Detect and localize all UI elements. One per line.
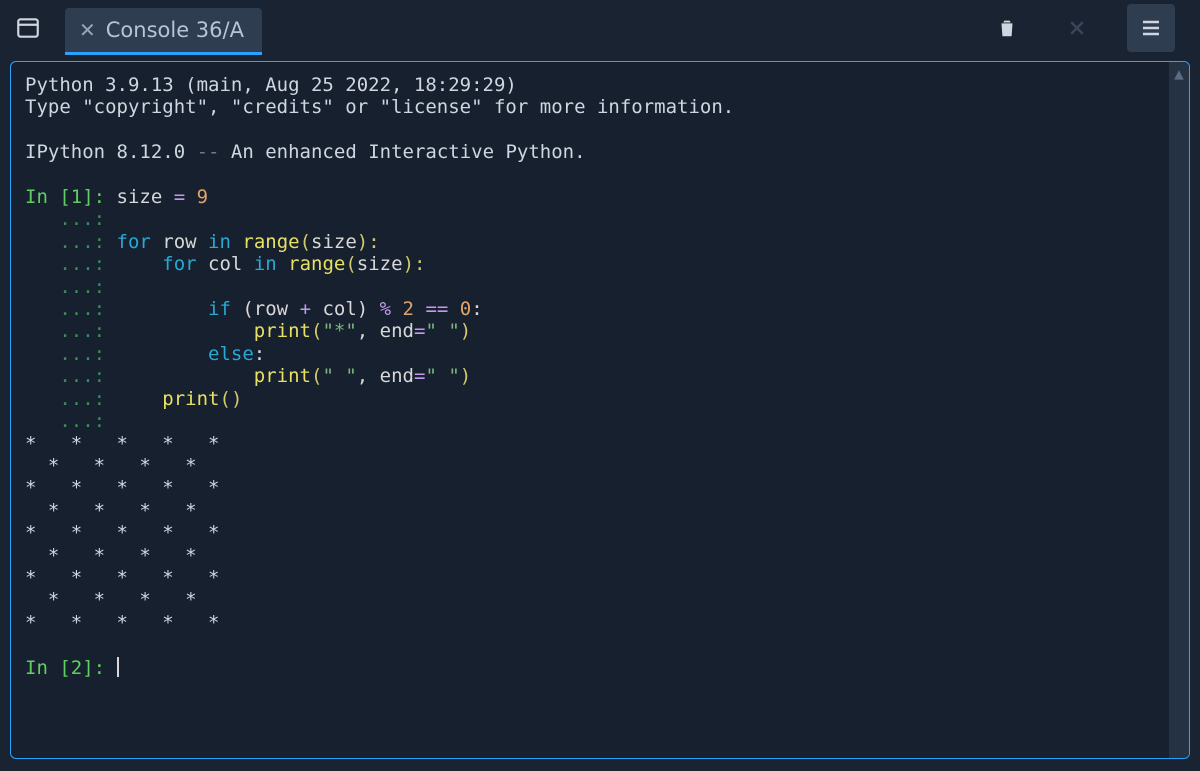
prompt-cont: ...: — [25, 231, 117, 253]
code-token: end — [380, 320, 414, 342]
output-row: * * * * — [25, 500, 219, 522]
prompt-cont: ...: — [25, 343, 117, 365]
menu-icon — [1139, 16, 1163, 40]
menu-button[interactable] — [1127, 4, 1175, 52]
toolbar-right — [987, 0, 1200, 55]
prompt-cont: ...: — [25, 208, 117, 230]
prompt-cont: ...: — [25, 253, 117, 275]
code-token — [117, 365, 254, 387]
output-row: * * * * * — [25, 567, 219, 589]
prompt-cont: ...: — [25, 388, 117, 410]
output-row: * * * * * — [25, 477, 219, 499]
code-token: 2 — [403, 298, 426, 320]
code-token: ) — [460, 365, 471, 387]
code-token: " " — [425, 365, 459, 387]
banner-line-3a: IPython 8.12.0 — [25, 141, 197, 163]
x-icon — [1067, 18, 1087, 38]
tab-bar: ✕ Console 36/A — [0, 0, 1200, 55]
code-token: % — [380, 298, 403, 320]
prompt-cont: ...: — [25, 276, 117, 298]
prompt-in-2: In [2]: — [25, 657, 117, 679]
code-token — [117, 253, 163, 275]
console-output[interactable]: Python 3.9.13 (main, Aug 25 2022, 18:29:… — [11, 62, 1169, 758]
code-token: ( — [219, 388, 230, 410]
scrollbar[interactable]: ▲ — [1169, 62, 1189, 758]
output-row: * * * * — [25, 589, 219, 611]
code-token: col) — [311, 298, 380, 320]
code-token: print — [162, 388, 219, 410]
trash-icon — [996, 16, 1018, 40]
code-token: + — [300, 298, 311, 320]
code-token: : — [471, 298, 482, 320]
output-row: * * * * * — [25, 522, 219, 544]
code-token: (row — [242, 298, 299, 320]
code-token: "*" — [322, 320, 356, 342]
code-token: in — [254, 253, 288, 275]
code-token: ) — [231, 388, 242, 410]
code-token: range — [288, 253, 345, 275]
new-tab-button[interactable] — [0, 0, 55, 55]
code-token: in — [208, 231, 242, 253]
code-token: ( — [311, 320, 322, 342]
code-token: else — [208, 343, 254, 365]
code-token: size — [117, 186, 174, 208]
banner-line-3b: An enhanced Interactive Python. — [219, 141, 585, 163]
code-token: size — [311, 231, 357, 253]
code-token: ): — [403, 253, 426, 275]
code-token: for — [162, 253, 208, 275]
code-token: , — [357, 365, 380, 387]
code-token: row — [162, 231, 208, 253]
scroll-up-arrow[interactable]: ▲ — [1169, 64, 1189, 83]
output-row: * * * * — [25, 545, 219, 567]
banner-line-1: Python 3.9.13 (main, Aug 25 2022, 18:29:… — [25, 74, 517, 96]
close-panel-button[interactable] — [1057, 8, 1097, 48]
output-row: * * * * * — [25, 433, 219, 455]
output-row: * * * * — [25, 455, 219, 477]
code-token — [117, 343, 209, 365]
prompt-cont: ...: — [25, 365, 117, 387]
code-token: ( — [345, 253, 356, 275]
code-token: ( — [311, 365, 322, 387]
code-token: 0 — [460, 298, 471, 320]
code-token: ) — [460, 320, 471, 342]
prompt-cont: ...: — [25, 410, 117, 432]
code-token: ( — [300, 231, 311, 253]
console-panel: Python 3.9.13 (main, Aug 25 2022, 18:29:… — [10, 61, 1190, 759]
prompt-cont: ...: — [25, 320, 117, 342]
code-token — [117, 320, 254, 342]
code-token — [117, 388, 163, 410]
code-token: = — [174, 186, 197, 208]
code-token: 9 — [197, 186, 208, 208]
code-token: : — [254, 343, 265, 365]
code-token: for — [117, 231, 163, 253]
code-token: " " — [425, 320, 459, 342]
code-token: print — [254, 365, 311, 387]
prompt-cont: ...: — [25, 298, 117, 320]
code-token: print — [254, 320, 311, 342]
output-row: * * * * * — [25, 612, 219, 634]
clear-console-button[interactable] — [987, 8, 1027, 48]
code-token: , — [357, 320, 380, 342]
banner-sep: -- — [197, 141, 220, 163]
close-icon[interactable]: ✕ — [79, 18, 96, 42]
code-token: col — [208, 253, 254, 275]
tab-console[interactable]: ✕ Console 36/A — [65, 8, 262, 55]
code-token: range — [242, 231, 299, 253]
code-token: ): — [357, 231, 380, 253]
code-token: " " — [322, 365, 356, 387]
text-cursor — [117, 657, 119, 677]
code-token — [117, 298, 209, 320]
code-token: = — [414, 365, 425, 387]
prompt-in-1: In [1]: — [25, 186, 117, 208]
banner-line-2: Type "copyright", "credits" or "license"… — [25, 96, 734, 118]
code-token: size — [357, 253, 403, 275]
window-icon — [15, 15, 41, 41]
code-token: = — [414, 320, 425, 342]
code-token: == — [425, 298, 459, 320]
tab-label: Console 36/A — [106, 18, 244, 42]
code-token: if — [208, 298, 242, 320]
code-token: end — [380, 365, 414, 387]
tab-strip: ✕ Console 36/A — [55, 0, 987, 55]
